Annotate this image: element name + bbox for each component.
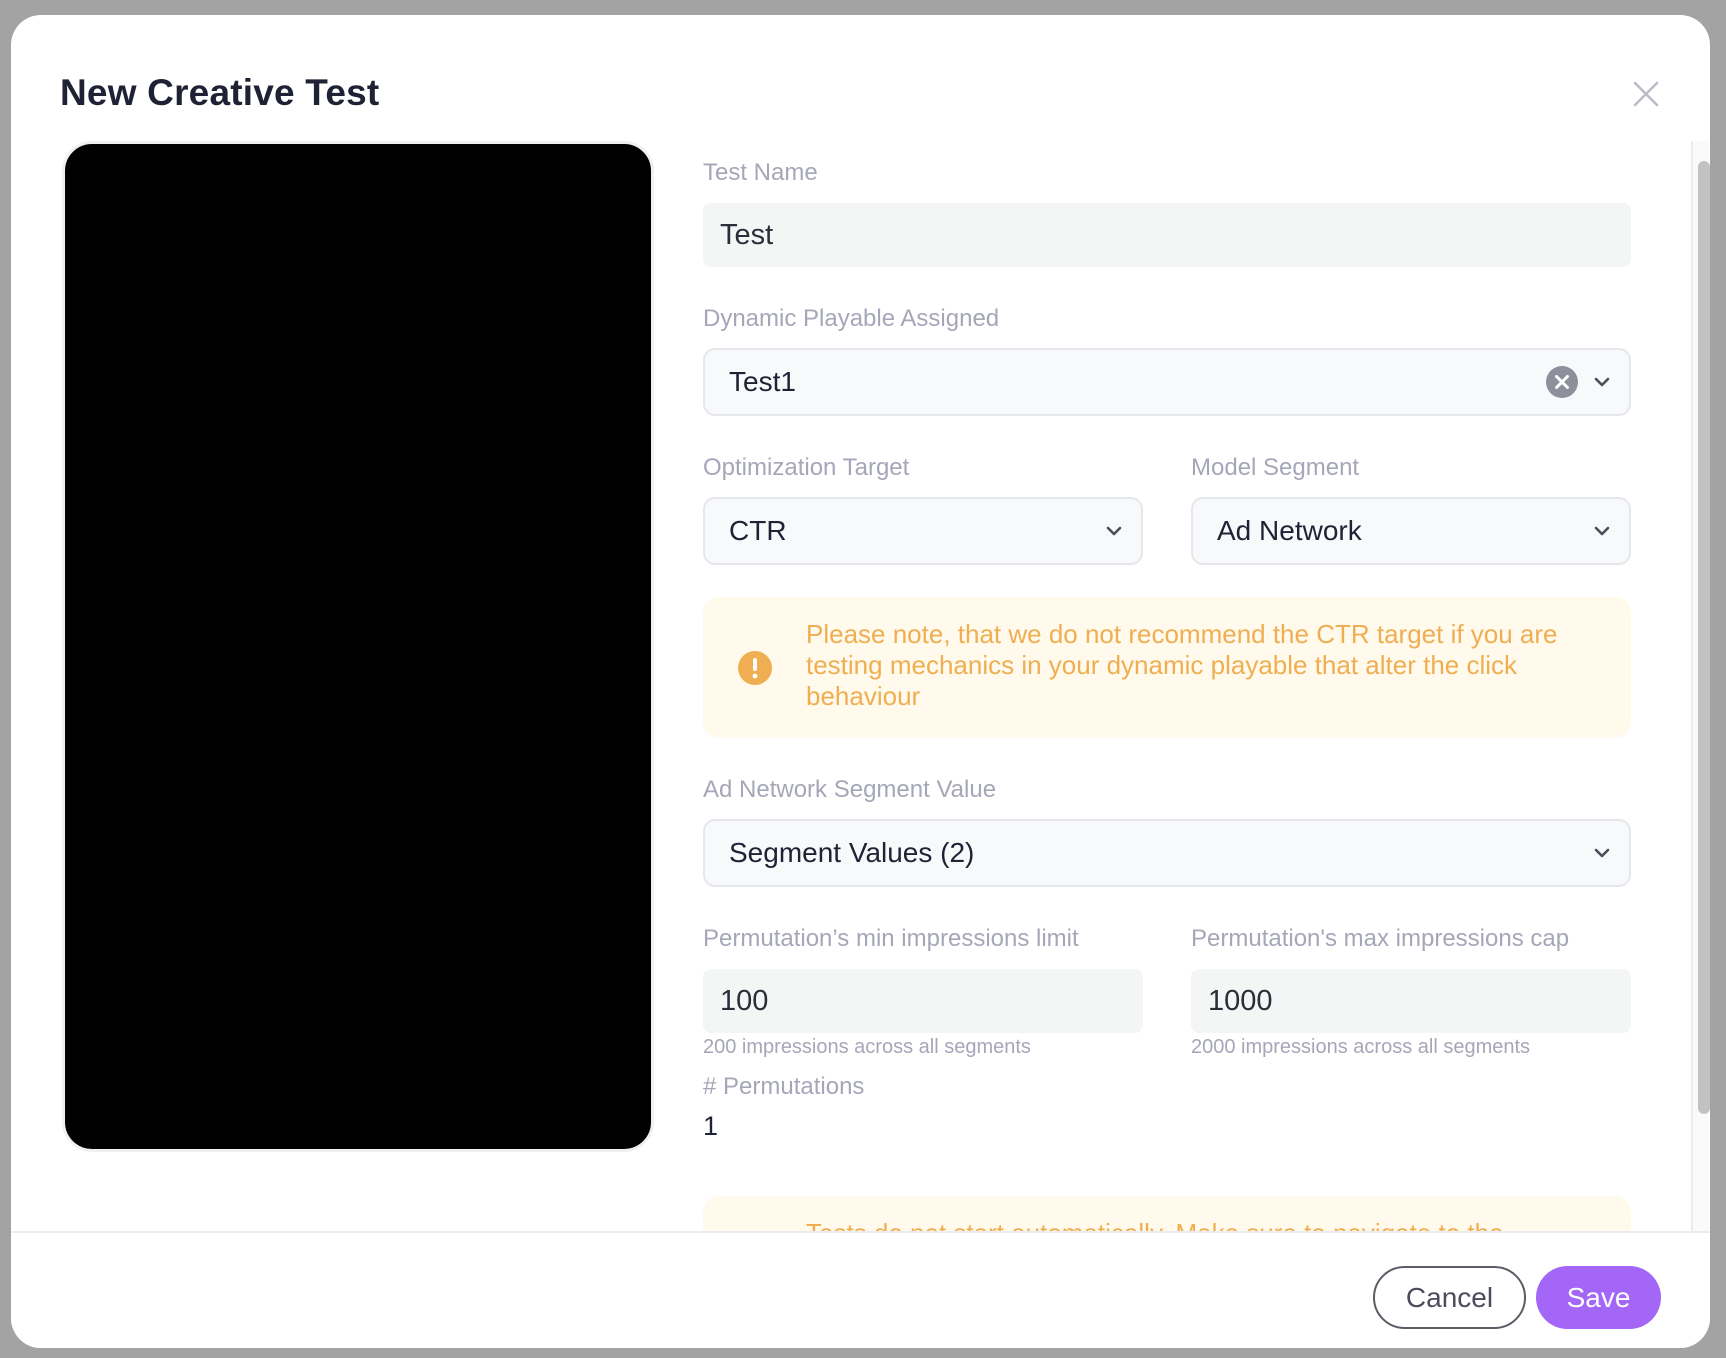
dynamic-playable-select[interactable]: Test1 <box>703 348 1631 416</box>
model-segment-label: Model Segment <box>1191 454 1360 481</box>
scrollbar-thumb[interactable] <box>1698 161 1710 1114</box>
ctr-warning-note: Please note, that we do not recommend th… <box>703 597 1631 738</box>
min-impressions-value: 100 <box>720 984 769 1017</box>
chevron-down-icon <box>1594 526 1610 536</box>
model-segment-value: Ad Network <box>1217 515 1362 546</box>
optimization-target-value: CTR <box>729 515 787 546</box>
model-segment-select[interactable]: Ad Network <box>1191 497 1631 565</box>
start-info-note: Tests do not start automatically. Make s… <box>703 1196 1631 1231</box>
chevron-down-icon <box>1594 848 1610 858</box>
segment-value-select[interactable]: Segment Values (2) <box>703 819 1631 887</box>
max-impressions-label: Permutation's max impressions cap <box>1191 925 1570 952</box>
optimization-target-select[interactable]: CTR <box>703 497 1143 565</box>
close-icon <box>1633 81 1659 107</box>
warning-icon <box>738 650 772 685</box>
permutations-value: 1 <box>703 1111 719 1141</box>
close-button[interactable] <box>1621 69 1671 119</box>
test-name-input[interactable]: Test <box>703 203 1631 267</box>
save-button[interactable]: Save <box>1536 1266 1661 1329</box>
start-info-text: Tests do not start automatically. Make s… <box>806 1218 1571 1231</box>
min-impressions-label: Permutation’s min impressions limit <box>703 925 1079 952</box>
optimization-target-label: Optimization Target <box>703 454 910 481</box>
max-impressions-input[interactable]: 1000 <box>1191 969 1631 1033</box>
test-name-label: Test Name <box>703 159 818 186</box>
cancel-button[interactable]: Cancel <box>1373 1266 1526 1329</box>
min-impressions-hint: 200 impressions across all segments <box>703 1036 1031 1058</box>
max-impressions-value: 1000 <box>1208 984 1273 1017</box>
chevron-down-icon <box>1594 377 1610 387</box>
permutations-label: # Permutations <box>703 1073 865 1100</box>
new-creative-test-modal: New Creative Test Test Name Test Dynamic… <box>11 15 1710 1348</box>
segment-value-label: Ad Network Segment Value <box>703 776 997 803</box>
modal-footer: Cancel Save <box>11 1231 1710 1348</box>
max-impressions-hint: 2000 impressions across all segments <box>1191 1036 1531 1058</box>
ctr-warning-text: Please note, that we do not recommend th… <box>806 619 1558 711</box>
test-name-value: Test <box>720 218 774 251</box>
modal-title: New Creative Test <box>60 72 380 113</box>
creative-preview <box>62 141 654 1152</box>
min-impressions-input[interactable]: 100 <box>703 969 1143 1033</box>
chevron-down-icon <box>1106 526 1122 536</box>
dynamic-playable-label: Dynamic Playable Assigned <box>703 305 1000 332</box>
segment-value-value: Segment Values (2) <box>729 837 975 868</box>
dynamic-playable-value: Test1 <box>729 366 796 397</box>
clear-selection-icon[interactable] <box>1545 365 1579 399</box>
